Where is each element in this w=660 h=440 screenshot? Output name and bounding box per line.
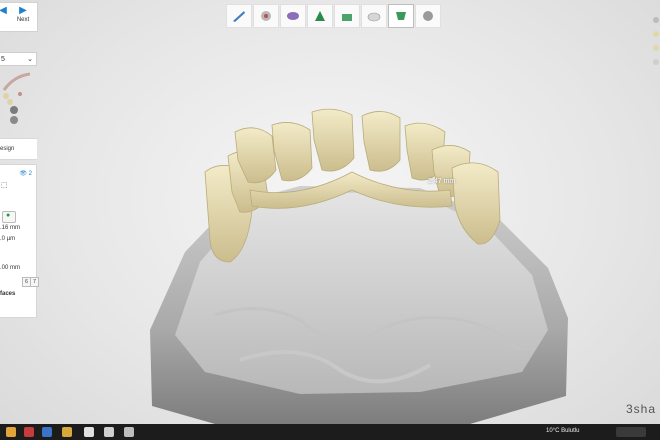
next-arrow-icon: ▶: [19, 5, 27, 16]
app-icon-3[interactable]: [84, 427, 94, 437]
chevron-down-icon: ⌄: [27, 56, 33, 63]
app-icon-5[interactable]: [124, 427, 134, 437]
settings-panel: 👁 2 ⬚ ● .16 mm .0 µm .00 mm 6 7 faces: [0, 164, 39, 318]
eye-icon[interactable]: 👁 2: [19, 170, 32, 177]
gingiva-tool-button[interactable]: [307, 4, 333, 28]
back-arrow-icon: ◀: [0, 5, 7, 16]
start-icon[interactable]: [6, 427, 16, 437]
faces-label: faces: [0, 291, 16, 297]
knife-icon: [233, 11, 245, 22]
next-button[interactable]: ▶ Next: [14, 5, 32, 23]
eye-count: 2: [28, 171, 32, 177]
tool-icon[interactable]: ⬚: [1, 181, 8, 189]
value-thickness: .16 mm: [0, 225, 21, 231]
scan-tool-icon: [261, 11, 271, 21]
shield-tool-icon: [396, 12, 406, 20]
design-label: esign: [0, 146, 15, 152]
tooth-chart[interactable]: [0, 70, 37, 130]
tooth-select[interactable]: 5 ⌄: [0, 52, 37, 66]
tooth-tool-icon: [287, 12, 299, 20]
tooth-tool-button[interactable]: [280, 4, 306, 28]
folder-icon[interactable]: [62, 427, 72, 437]
weather-text: 10°C Bulutlu: [546, 428, 580, 434]
margin-tool-icon: [342, 14, 352, 21]
tray-icons[interactable]: [616, 427, 646, 437]
drop-tool-button[interactable]: ●: [2, 211, 16, 223]
shield-tool-button[interactable]: [388, 4, 414, 28]
taskbar: 10°C Bulutlu: [0, 424, 660, 440]
app-icon-2[interactable]: [42, 427, 52, 437]
tooth-select-value: 5: [1, 56, 5, 63]
sphere-tool-icon: [423, 11, 433, 21]
gingiva-tool-icon: [315, 11, 325, 21]
num-button-7[interactable]: 7: [30, 277, 39, 287]
design-toolbar: [226, 4, 444, 28]
knife-tool-button[interactable]: [226, 4, 252, 28]
back-button[interactable]: ◀: [0, 5, 12, 17]
app-icon-1[interactable]: [24, 427, 34, 437]
app-icon-4[interactable]: [104, 427, 114, 437]
right-view-icons[interactable]: [648, 14, 660, 74]
design-section[interactable]: esign: [0, 138, 37, 160]
crown-tool-icon: [367, 12, 381, 22]
next-label: Next: [16, 17, 30, 23]
thickness-measurement-label: 2.47 mm: [428, 178, 456, 185]
wizard-nav: ◀ ▶ Next: [0, 2, 38, 32]
value-offset: .00 mm: [0, 265, 21, 271]
sphere-tool-button[interactable]: [415, 4, 441, 28]
margin-tool-button[interactable]: [334, 4, 360, 28]
drop-icon: ●: [6, 212, 11, 219]
brand-logo: 3sha: [625, 402, 656, 416]
crown-tool-button[interactable]: [361, 4, 387, 28]
value-gap: .0 µm: [0, 236, 16, 242]
left-panel: ◀ ▶ Next 5 ⌄ esign 👁 2 ⬚ ● .16 mm .0 µm …: [0, 0, 39, 318]
scan-tool-button[interactable]: [253, 4, 279, 28]
3d-viewport[interactable]: [0, 0, 660, 424]
